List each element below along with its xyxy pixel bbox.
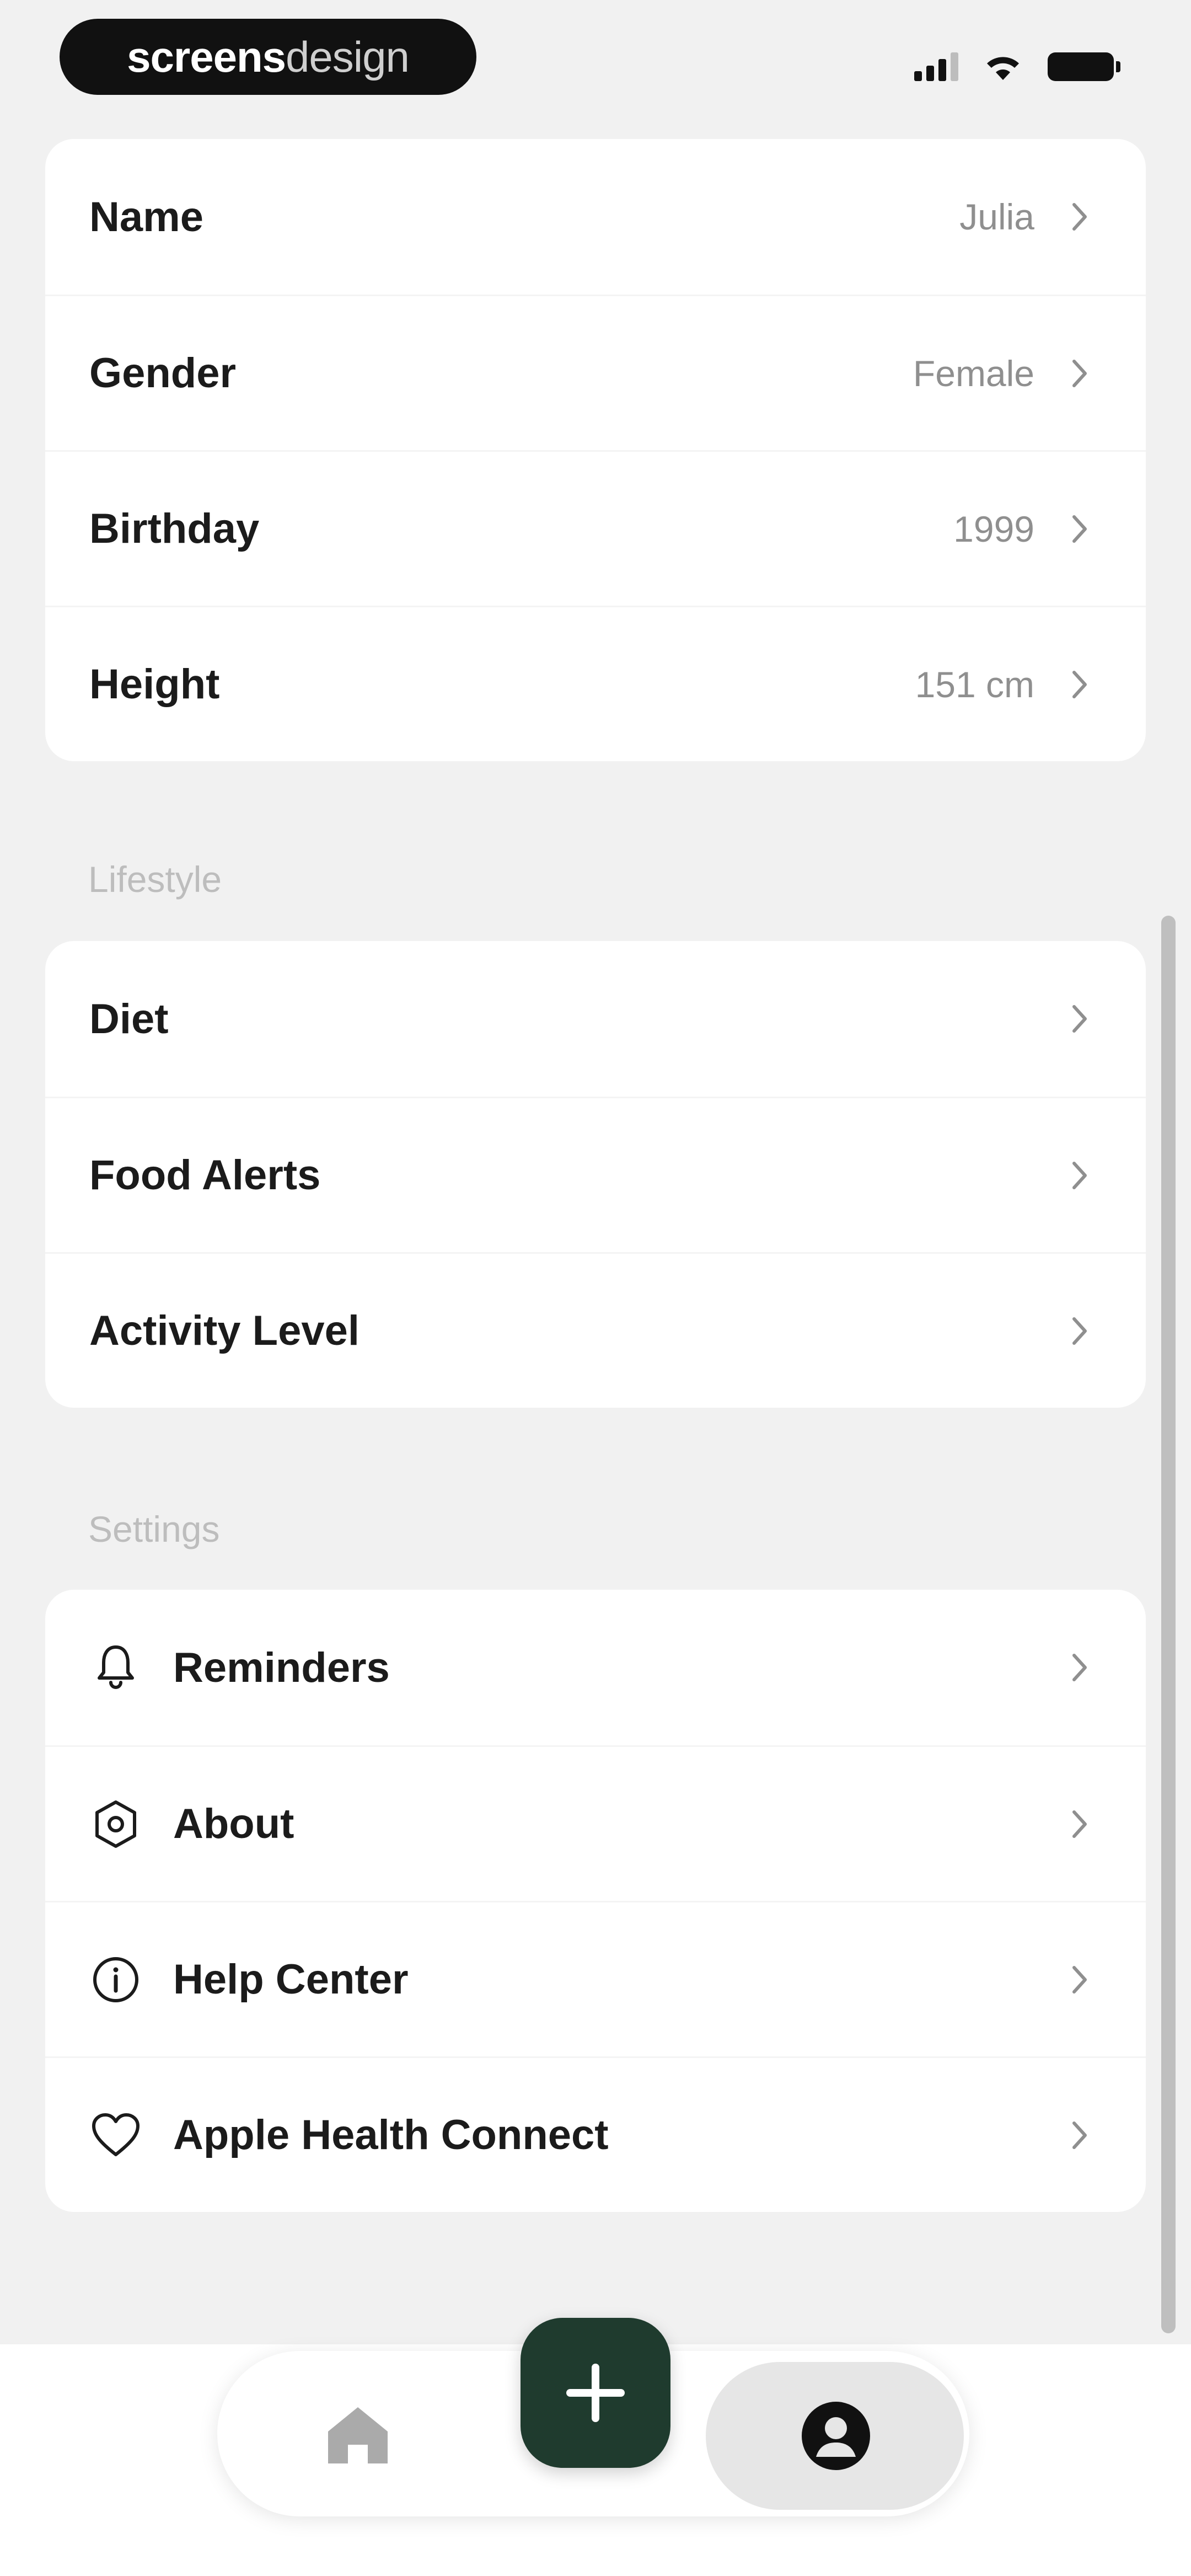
row-label: Gender [89, 350, 237, 397]
chevron-right-icon [1069, 1963, 1091, 1996]
row-height[interactable]: Height 151 cm [45, 606, 1146, 761]
wifi-icon [987, 57, 1019, 80]
row-label: Food Alerts [89, 1152, 321, 1199]
bell-icon [89, 1641, 142, 1694]
row-value: 151 cm [915, 664, 1034, 705]
row-birthday[interactable]: Birthday 1999 [45, 450, 1146, 606]
plus-icon [566, 2364, 625, 2422]
home-icon[interactable] [316, 2394, 399, 2477]
signal-icon [914, 52, 958, 81]
row-gender[interactable]: Gender Female [45, 295, 1146, 450]
row-label: Reminders [173, 1644, 390, 1691]
row-apple-health-connect[interactable]: Apple Health Connect [45, 2056, 1146, 2212]
section-title-settings: Settings [88, 1509, 220, 1549]
row-diet[interactable]: Diet [45, 941, 1146, 1097]
hexagon-info-icon [89, 1798, 142, 1851]
chevron-right-icon [1069, 2119, 1091, 2152]
chevron-right-icon [1069, 668, 1091, 701]
profile-card: Name Julia Gender Female Birthday 1999 H… [45, 139, 1146, 761]
row-label: Height [89, 661, 220, 708]
brand-logo: screens design [60, 19, 476, 95]
row-label: Help Center [173, 1956, 409, 2003]
add-button[interactable] [521, 2318, 670, 2468]
row-label: Name [89, 193, 203, 241]
row-value: 1999 [953, 508, 1034, 549]
chevron-right-icon [1069, 1314, 1091, 1348]
row-value: Female [913, 352, 1034, 394]
status-icons [914, 47, 1120, 86]
row-name[interactable]: Name Julia [45, 139, 1146, 295]
logo-bold-text: screens [127, 32, 286, 81]
chevron-right-icon [1069, 1651, 1091, 1684]
row-help-center[interactable]: Help Center [45, 1901, 1146, 2056]
row-label: About [173, 1800, 294, 1847]
scrollbar[interactable] [1161, 916, 1176, 2333]
row-label: Activity Level [89, 1307, 360, 1354]
row-activity-level[interactable]: Activity Level [45, 1252, 1146, 1408]
logo-light-text: design [286, 32, 410, 81]
profile-screen: screens design Name Julia Gender Female B… [0, 0, 1191, 2576]
chevron-right-icon [1069, 1159, 1091, 1192]
row-label: Apple Health Connect [173, 2112, 609, 2158]
heart-icon [89, 2109, 142, 2162]
row-value: Julia [959, 196, 1034, 237]
section-title-lifestyle: Lifestyle [88, 859, 222, 900]
row-about[interactable]: About [45, 1745, 1146, 1901]
row-label: Diet [89, 995, 169, 1043]
chevron-right-icon [1069, 357, 1091, 390]
info-circle-icon [89, 1953, 142, 2006]
chevron-right-icon [1069, 1808, 1091, 1841]
row-label: Birthday [89, 505, 260, 552]
settings-card: Reminders About Help Center Apple Health… [45, 1590, 1146, 2212]
chevron-right-icon [1069, 512, 1091, 546]
chevron-right-icon [1069, 1002, 1091, 1035]
row-food-alerts[interactable]: Food Alerts [45, 1097, 1146, 1252]
row-reminders[interactable]: Reminders [45, 1590, 1146, 1745]
user-icon[interactable] [798, 2398, 873, 2473]
chevron-right-icon [1069, 200, 1091, 233]
battery-icon [1048, 52, 1120, 81]
lifestyle-card: Diet Food Alerts Activity Level [45, 941, 1146, 1408]
